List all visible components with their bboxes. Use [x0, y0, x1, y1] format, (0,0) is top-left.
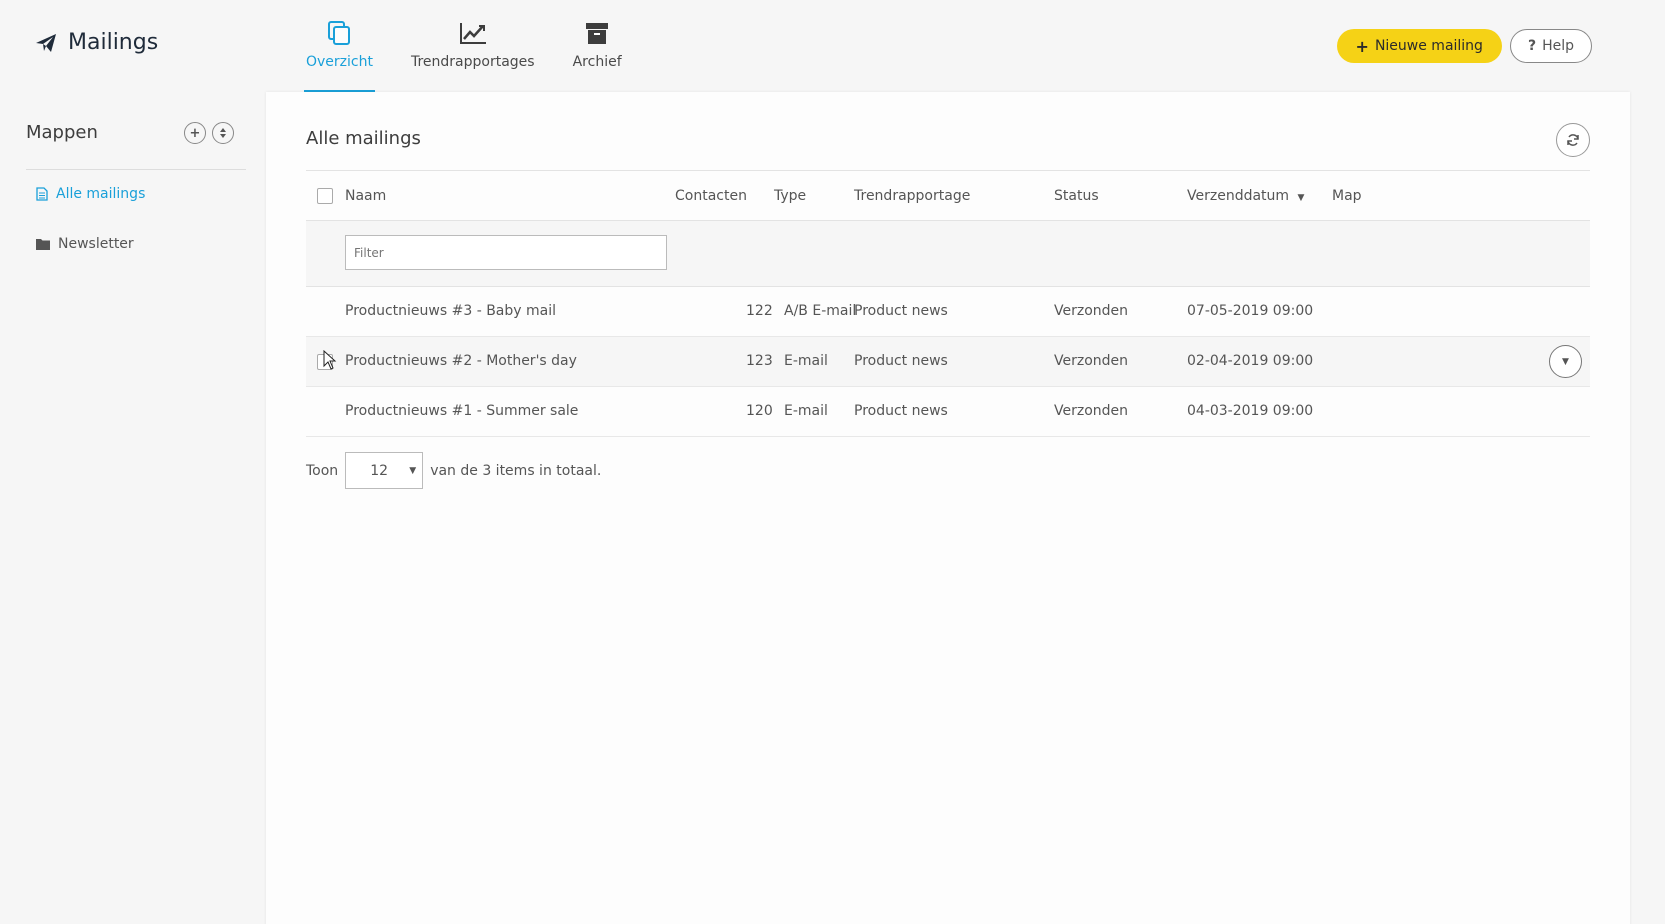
cell-type: A/B E-mail [784, 303, 857, 319]
table-row[interactable]: Productnieuws #1 - Summer sale 120 E-mai… [306, 387, 1590, 437]
mailings-table: Naam Contacten Type Trendrapportage Stat… [306, 170, 1590, 437]
cell-verzenddatum: 07-05-2019 09:00 [1187, 303, 1314, 319]
help-label: Help [1542, 38, 1574, 54]
tab-overzicht[interactable]: Overzicht [304, 0, 375, 92]
app-title: Mailings [68, 30, 159, 55]
cell-contacten: 122 [746, 303, 773, 319]
cell-status: Verzonden [1054, 353, 1129, 369]
cell-naam: Productnieuws #3 - Baby mail [345, 303, 556, 319]
new-mailing-button[interactable]: + Nieuwe mailing [1336, 29, 1502, 63]
sidebar-item-alle-mailings[interactable]: Alle mailings [36, 186, 145, 202]
page-size-select[interactable]: 12 ▼ [345, 452, 424, 489]
tab-trendrapportages[interactable]: Trendrapportages [411, 0, 535, 92]
question-icon: ? [1527, 38, 1537, 54]
cell-status: Verzonden [1054, 303, 1129, 319]
filter-input[interactable] [345, 235, 667, 270]
refresh-icon [1567, 134, 1579, 146]
help-button[interactable]: ? Help [1509, 29, 1592, 63]
pager-prefix: Toon [306, 462, 339, 479]
tab-label: Overzicht [306, 54, 373, 70]
filter-row [306, 221, 1590, 287]
column-label: Verzenddatum [1187, 188, 1290, 204]
column-naam[interactable]: Naam [345, 188, 386, 204]
cell-trendrapportage: Product news [854, 403, 948, 419]
line-chart-icon [459, 20, 487, 46]
cell-verzenddatum: 04-03-2019 09:00 [1187, 403, 1314, 419]
tab-label: Archief [572, 54, 622, 70]
cell-type: E-mail [784, 403, 828, 419]
refresh-button[interactable] [1556, 123, 1590, 157]
table-row[interactable]: Productnieuws #3 - Baby mail 122 A/B E-m… [306, 287, 1590, 337]
column-verzenddatum[interactable]: Verzenddatum ▼ [1187, 188, 1304, 204]
cell-status: Verzonden [1054, 403, 1129, 419]
column-map[interactable]: Map [1332, 188, 1362, 204]
table-header: Naam Contacten Type Trendrapportage Stat… [306, 170, 1590, 221]
pager-summary: van de 3 items in totaal. [430, 462, 602, 479]
main-nav: Overzicht Trendrapportages Archief [304, 0, 660, 92]
tab-label: Trendrapportages [410, 54, 535, 70]
copy-icon [325, 20, 353, 46]
archive-icon [583, 20, 611, 46]
chevron-down-icon: ▼ [1562, 356, 1569, 367]
cell-verzenddatum: 02-04-2019 09:00 [1187, 353, 1314, 369]
sort-desc-icon: ▼ [1297, 193, 1305, 203]
mouse-cursor-icon [323, 350, 337, 370]
paper-plane-icon [36, 33, 56, 52]
row-actions-button[interactable]: ▼ [1549, 345, 1582, 378]
brand: Mailings [34, 30, 158, 55]
main-panel: Alle mailings Naam Contacten Type Trendr… [266, 92, 1630, 924]
sidebar-item-label: Newsletter [58, 236, 134, 252]
cell-naam: Productnieuws #2 - Mother's day [345, 353, 577, 369]
add-folder-button[interactable]: + [184, 122, 206, 144]
plus-icon: + [1355, 36, 1369, 56]
pagination: Toon 12 ▼ van de 3 items in totaal. [306, 452, 601, 489]
sort-icon [220, 128, 226, 138]
cell-contacten: 120 [746, 403, 773, 419]
plus-icon: + [189, 125, 201, 141]
column-type[interactable]: Type [774, 188, 806, 204]
sort-folders-button[interactable] [212, 122, 234, 144]
select-all-checkbox[interactable] [317, 188, 333, 204]
page-title: Alle mailings [306, 128, 421, 149]
cell-trendrapportage: Product news [854, 303, 948, 319]
header: Mailings Overzicht Trendrapportages Arch… [0, 0, 1665, 92]
folder-icon [36, 239, 50, 250]
table-row[interactable]: Productnieuws #2 - Mother's day 123 E-ma… [306, 337, 1590, 387]
column-contacten[interactable]: Contacten [675, 188, 747, 204]
header-actions: + Nieuwe mailing ? Help [1336, 29, 1592, 63]
page-size-value: 12 [370, 462, 389, 479]
sidebar: Mappen + Alle mailings Newsletter [0, 92, 264, 924]
sidebar-title: Mappen [26, 122, 98, 143]
cell-naam: Productnieuws #1 - Summer sale [345, 403, 579, 419]
document-icon [36, 187, 48, 201]
sidebar-header: Mappen + [26, 122, 246, 170]
sidebar-item-label: Alle mailings [56, 186, 146, 202]
column-status[interactable]: Status [1054, 188, 1099, 204]
caret-down-icon: ▼ [409, 466, 417, 476]
tab-archief[interactable]: Archief [573, 0, 622, 92]
cell-trendrapportage: Product news [854, 353, 948, 369]
column-trendrapportage[interactable]: Trendrapportage [854, 188, 970, 204]
cell-type: E-mail [784, 353, 828, 369]
cell-contacten: 123 [746, 353, 773, 369]
new-mailing-label: Nieuwe mailing [1374, 38, 1483, 54]
sidebar-item-newsletter[interactable]: Newsletter [36, 236, 134, 252]
